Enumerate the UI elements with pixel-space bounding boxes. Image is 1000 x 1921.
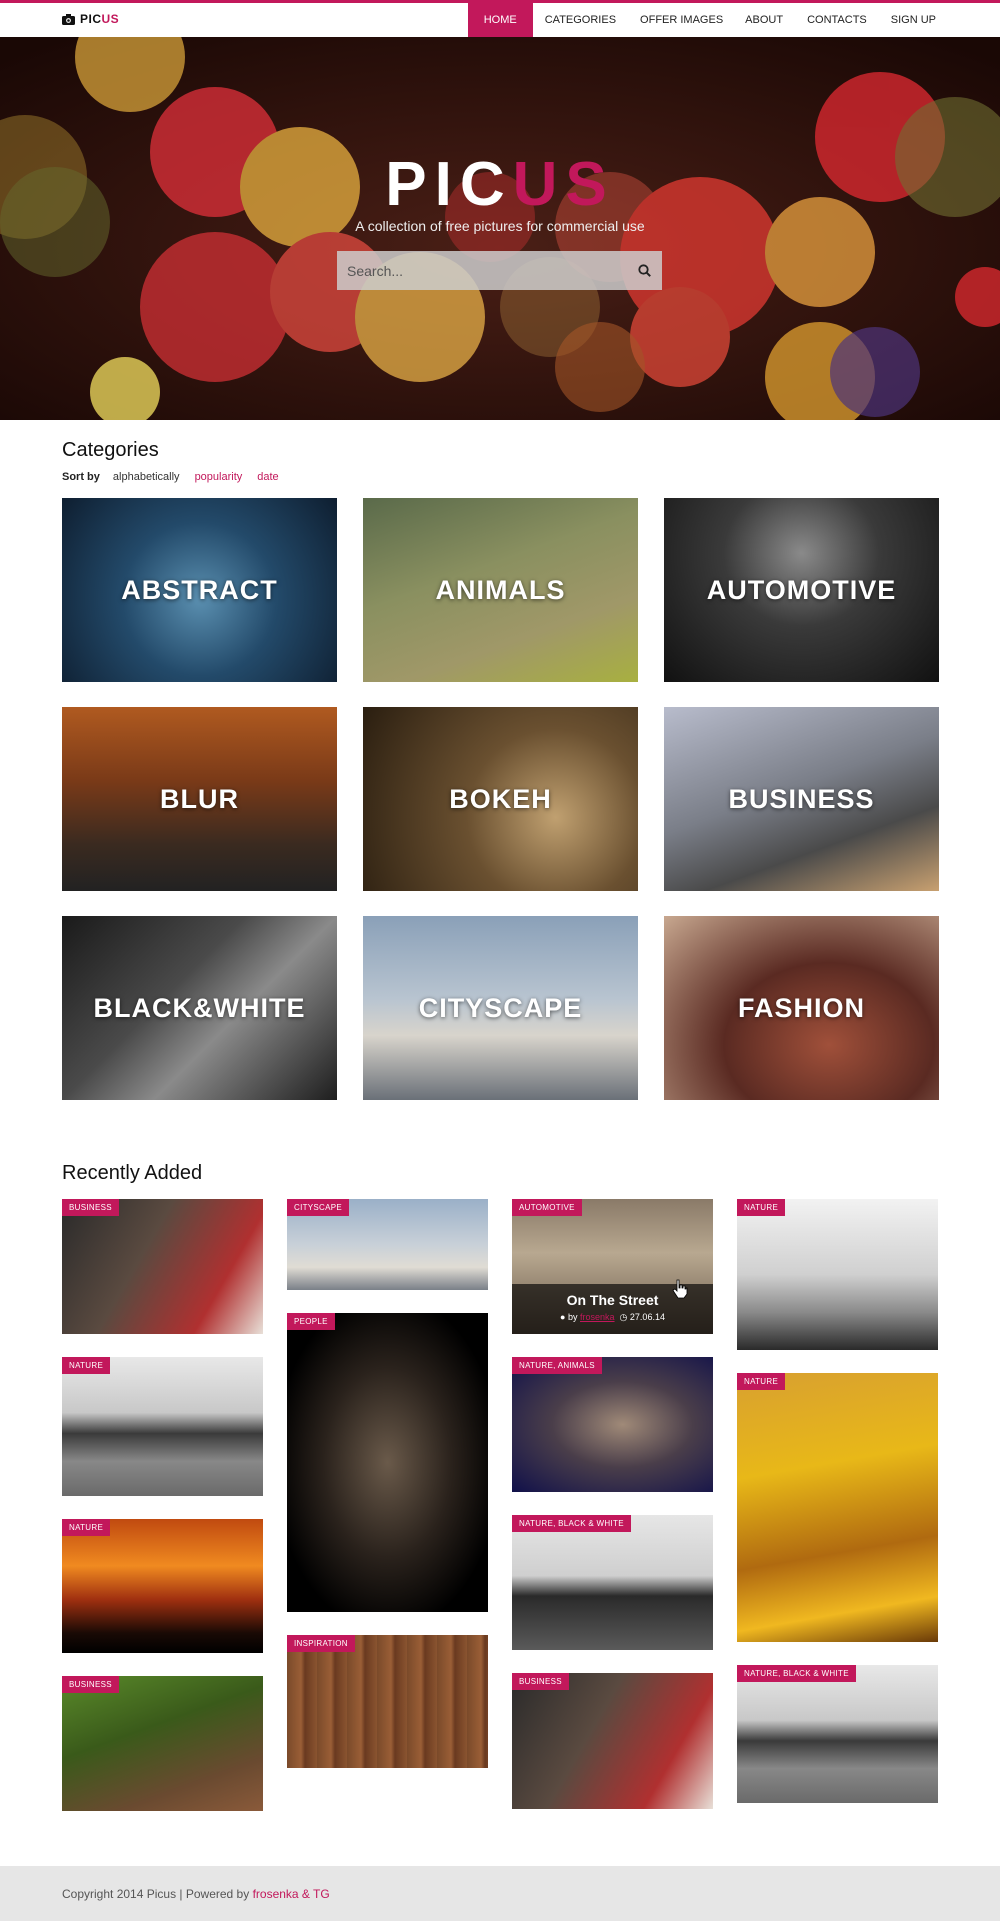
photo-tag[interactable]: AUTOMOTIVE — [512, 1199, 582, 1216]
logo-pic: PIC — [80, 12, 102, 26]
category-grid: ABSTRACT ANIMALS AUTOMOTIVE BLUR BOKEH B… — [62, 498, 939, 1100]
photo-tag[interactable]: BUSINESS — [62, 1199, 119, 1216]
recently-added-heading: Recently Added — [62, 1162, 203, 1184]
photo-tag[interactable]: NATURE, ANIMALS — [512, 1357, 602, 1374]
nav-sign-up[interactable]: SIGN UP — [879, 3, 948, 37]
nav-about[interactable]: ABOUT — [735, 3, 795, 37]
photo-card[interactable]: NATURE — [737, 1199, 938, 1350]
photo-meta: ● by frosenka ◷ 27.06.14 — [512, 1312, 713, 1323]
sort-alphabetically[interactable]: alphabetically — [113, 471, 180, 483]
footer-link[interactable]: frosenka & TG — [253, 1887, 330, 1901]
category-label: CITYSCAPE — [418, 992, 583, 1023]
category-label: BLACK&WHITE — [93, 992, 306, 1023]
category-label: ABSTRACT — [121, 574, 278, 605]
photo-card[interactable]: NATURE, BLACK & WHITE — [737, 1665, 938, 1803]
category-tile-abstract[interactable]: ABSTRACT — [62, 498, 337, 682]
category-label: AUTOMOTIVE — [706, 574, 897, 605]
category-tile-automotive[interactable]: AUTOMOTIVE — [664, 498, 939, 682]
search-box — [337, 251, 662, 290]
navbar: PIC US HOME CATEGORIES OFFER IMAGES ABOUT… — [0, 3, 1000, 37]
search-button[interactable] — [626, 264, 662, 277]
photo-card[interactable]: BUSINESS — [512, 1673, 713, 1809]
category-tile-blur[interactable]: BLUR — [62, 707, 337, 891]
sort-date[interactable]: date — [257, 471, 278, 483]
nav-categories[interactable]: CATEGORIES — [533, 3, 628, 37]
photo-card[interactable]: NATURE — [62, 1357, 263, 1496]
category-label: BUSINESS — [728, 783, 875, 814]
recent-column-3: AUTOMOTIVE On The Street ● by frosenka ◷… — [512, 1199, 713, 1832]
photo-date: 27.06.14 — [629, 1312, 665, 1322]
photo-tag[interactable]: NATURE, BLACK & WHITE — [512, 1515, 631, 1532]
photo-card[interactable]: BUSINESS — [62, 1199, 263, 1334]
photo-tag[interactable]: INSPIRATION — [287, 1635, 355, 1652]
sort-bar: Sort by alphabetically popularity date — [62, 471, 279, 483]
photo-card[interactable]: BUSINESS — [62, 1676, 263, 1811]
category-label: BOKEH — [449, 783, 552, 814]
category-tile-black-white[interactable]: BLACK&WHITE — [62, 916, 337, 1100]
recent-column-4: NATURE NATURE NATURE, BLACK & WHITE — [737, 1199, 938, 1826]
category-tile-bokeh[interactable]: BOKEH — [363, 707, 638, 891]
photo-card[interactable]: INSPIRATION — [287, 1635, 488, 1768]
photo-card[interactable]: NATURE, ANIMALS — [512, 1357, 713, 1492]
main-nav: HOME CATEGORIES OFFER IMAGES ABOUT CONTA… — [467, 3, 1000, 37]
categories-heading: Categories — [62, 439, 159, 461]
hero-banner: PICUS A collection of free pictures for … — [0, 37, 1000, 420]
photo-card-hover[interactable]: AUTOMOTIVE On The Street ● by frosenka ◷… — [512, 1199, 713, 1334]
photo-tag[interactable]: NATURE — [737, 1373, 786, 1390]
category-label: FASHION — [737, 992, 865, 1023]
category-label: BLUR — [160, 783, 239, 814]
photo-card[interactable]: NATURE — [737, 1373, 938, 1642]
photo-author-link[interactable]: frosenka — [580, 1312, 615, 1322]
hero-title-us: US — [512, 150, 615, 219]
search-input[interactable] — [337, 262, 626, 279]
photo-card[interactable]: NATURE, BLACK & WHITE — [512, 1515, 713, 1650]
photo-tag[interactable]: BUSINESS — [512, 1673, 569, 1690]
logo-us: US — [101, 12, 120, 26]
hero-title: PICUS — [0, 149, 1000, 220]
clock-icon: ◷ — [619, 1312, 628, 1322]
category-tile-cityscape[interactable]: CITYSCAPE — [363, 916, 638, 1100]
nav-offer-images[interactable]: OFFER IMAGES — [628, 3, 735, 37]
footer: Copyright 2014 Picus | Powered by frosen… — [0, 1866, 1000, 1921]
footer-text: Copyright 2014 Picus | Powered by frosen… — [62, 1887, 330, 1901]
recent-column-2: CITYSCAPE PEOPLE INSPIRATION — [287, 1199, 488, 1791]
photo-by: by — [567, 1312, 578, 1322]
user-icon: ● — [560, 1312, 566, 1322]
photo-tag[interactable]: BUSINESS — [62, 1676, 119, 1693]
photo-card[interactable]: CITYSCAPE — [287, 1199, 488, 1290]
photo-tag[interactable]: PEOPLE — [287, 1313, 335, 1330]
category-tile-fashion[interactable]: FASHION — [664, 916, 939, 1100]
sort-popularity[interactable]: popularity — [195, 471, 243, 483]
hand-cursor-icon — [672, 1279, 688, 1299]
photo-tag[interactable]: NATURE, BLACK & WHITE — [737, 1665, 856, 1682]
search-icon — [637, 264, 651, 277]
category-label: ANIMALS — [435, 574, 566, 605]
photo-tag[interactable]: NATURE — [62, 1519, 111, 1536]
hero-title-pic: PIC — [385, 150, 513, 219]
photo-card[interactable]: PEOPLE — [287, 1313, 488, 1612]
sort-label: Sort by — [62, 471, 100, 483]
category-tile-business[interactable]: BUSINESS — [664, 707, 939, 891]
photo-tag[interactable]: NATURE — [737, 1199, 786, 1216]
photo-card[interactable]: NATURE — [62, 1519, 263, 1653]
photo-tag[interactable]: CITYSCAPE — [287, 1199, 350, 1216]
photo-tag[interactable]: NATURE — [62, 1357, 111, 1374]
footer-copyright: Copyright 2014 Picus | Powered by — [62, 1887, 250, 1901]
nav-home[interactable]: HOME — [467, 3, 533, 37]
logo[interactable]: PIC US — [62, 12, 119, 26]
category-tile-animals[interactable]: ANIMALS — [363, 498, 638, 682]
camera-icon — [62, 13, 75, 25]
nav-contacts[interactable]: CONTACTS — [795, 3, 879, 37]
recent-column-1: BUSINESS NATURE NATURE BUSINESS — [62, 1199, 263, 1834]
hero-subtitle: A collection of free pictures for commer… — [355, 218, 645, 234]
